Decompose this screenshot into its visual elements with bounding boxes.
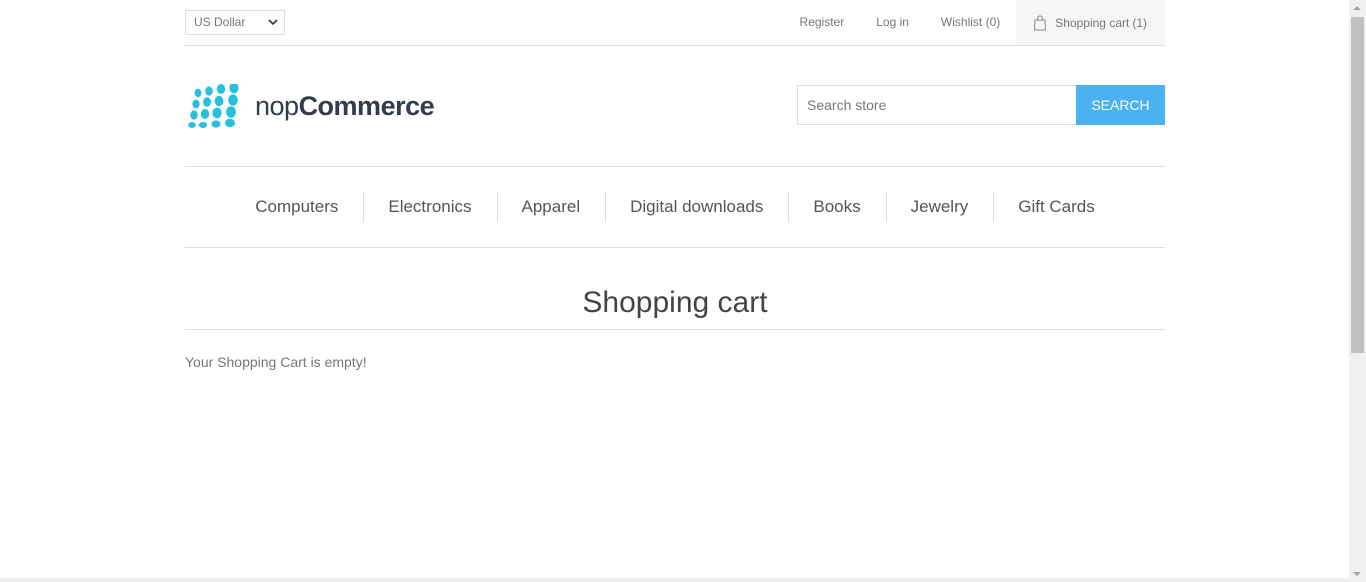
header-container: US Dollar Register Log in Wishlist (0) S… — [185, 0, 1165, 370]
horizontal-scrollbar[interactable] — [0, 578, 1349, 582]
vertical-scrollbar[interactable] — [1349, 0, 1366, 582]
menu-item-electronics[interactable]: Electronics — [363, 192, 496, 222]
search-input[interactable] — [797, 85, 1076, 125]
register-link[interactable]: Register — [784, 0, 861, 45]
search-box: Search — [797, 85, 1165, 125]
shopping-cart-count: (1) — [1132, 15, 1147, 30]
search-button[interactable]: Search — [1076, 85, 1165, 125]
shopping-cart-link[interactable]: Shopping cart (1) — [1016, 0, 1165, 45]
shopping-bag-icon — [1034, 15, 1047, 30]
menu-item-digital-downloads[interactable]: Digital downloads — [605, 192, 788, 222]
scroll-down-arrow-icon[interactable] — [1353, 572, 1361, 576]
menu-item-gift-cards[interactable]: Gift Cards — [993, 192, 1120, 222]
menu-item-apparel[interactable]: Apparel — [496, 192, 606, 222]
top-menu: Computers Electronics Apparel Digital do… — [185, 167, 1165, 248]
page-title: Shopping cart — [582, 286, 768, 319]
page: US Dollar Register Log in Wishlist (0) S… — [0, 0, 1349, 578]
chevron-down-icon — [268, 19, 278, 26]
header-upper: US Dollar Register Log in Wishlist (0) S… — [185, 0, 1165, 46]
shopping-cart-label: Shopping cart — [1055, 15, 1130, 30]
logo-text: nopCommerce — [255, 90, 435, 122]
store-logo[interactable]: nopCommerce — [187, 84, 435, 128]
empty-cart-message: Your Shopping Cart is empty! — [185, 354, 367, 370]
currency-select[interactable]: US Dollar — [185, 10, 285, 35]
scroll-thumb[interactable] — [1351, 17, 1364, 353]
wishlist-link[interactable]: Wishlist (0) — [925, 0, 1016, 45]
header-lower: nopCommerce Search — [185, 46, 1165, 167]
menu-item-computers[interactable]: Computers — [230, 192, 363, 222]
login-link[interactable]: Log in — [860, 0, 925, 45]
page-title-section: Shopping cart — [185, 286, 1165, 330]
header-links: Register Log in Wishlist (0) Shopping ca… — [784, 0, 1165, 45]
menu-item-jewelry[interactable]: Jewelry — [885, 192, 994, 222]
menu-item-books[interactable]: Books — [788, 192, 885, 222]
nopcommerce-logo-icon — [188, 84, 239, 128]
scroll-up-arrow-icon[interactable] — [1353, 6, 1361, 10]
logo-text-suffix: Commerce — [298, 90, 435, 121]
logo-text-prefix: nop — [255, 90, 299, 121]
currency-selected-value: US Dollar — [194, 15, 246, 29]
